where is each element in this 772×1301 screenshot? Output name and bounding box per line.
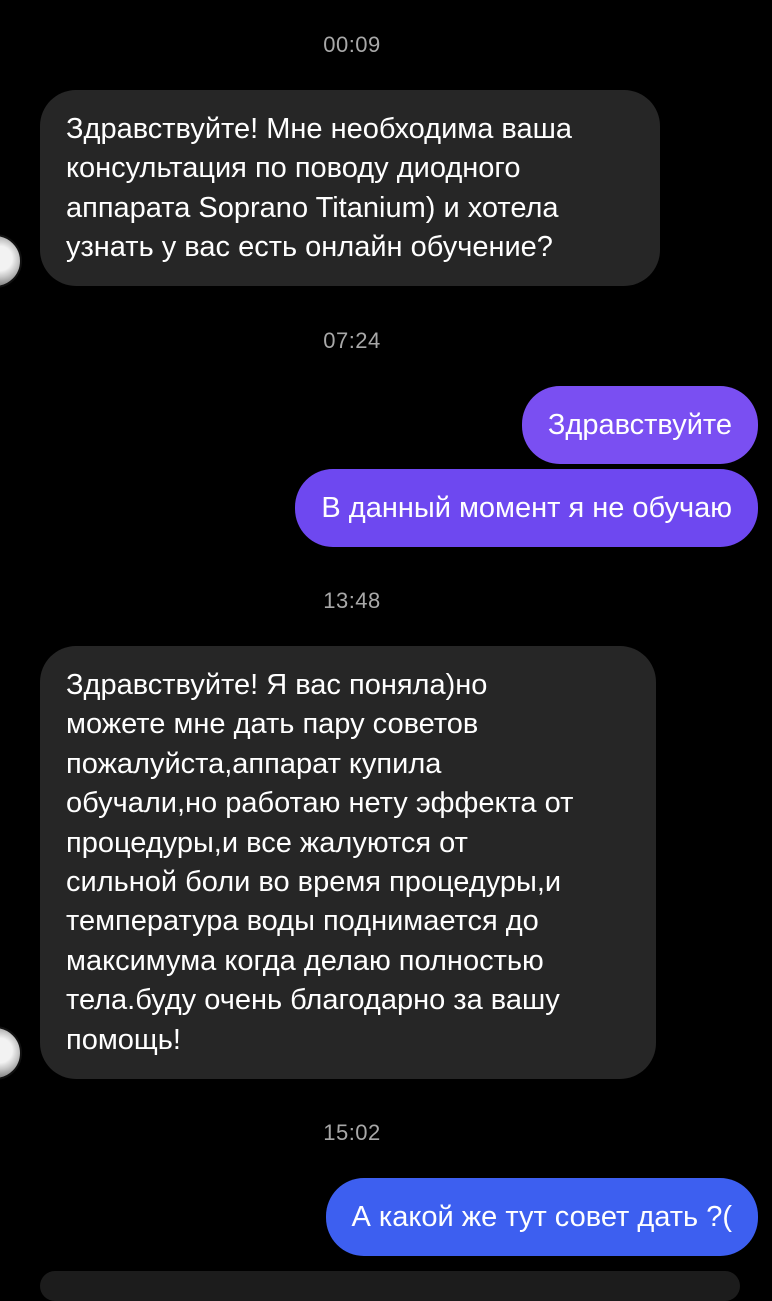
incoming-message-bubble[interactable]: Здравствуйте! Я вас поняла)но можете мне… (40, 646, 656, 1079)
outgoing-message-bubble[interactable]: В данный момент я не обучаю (295, 469, 758, 547)
outgoing-message-bubble[interactable]: Здравствуйте (521, 386, 758, 464)
outgoing-message-bubble[interactable]: А какой же тут совет дать ?( (325, 1178, 758, 1256)
incoming-message-bubble[interactable]: Здравствуйте! Мне необходима ваша консул… (40, 90, 660, 286)
message-timestamp: 07:24 (323, 328, 381, 353)
message-timestamp: 00:09 (323, 32, 381, 57)
message-timestamp: 15:02 (323, 1120, 381, 1145)
partially-visible-message-bubble (40, 1271, 740, 1301)
contact-avatar[interactable] (0, 1026, 22, 1080)
contact-avatar[interactable] (0, 234, 22, 288)
message-timestamp: 13:48 (323, 588, 381, 613)
